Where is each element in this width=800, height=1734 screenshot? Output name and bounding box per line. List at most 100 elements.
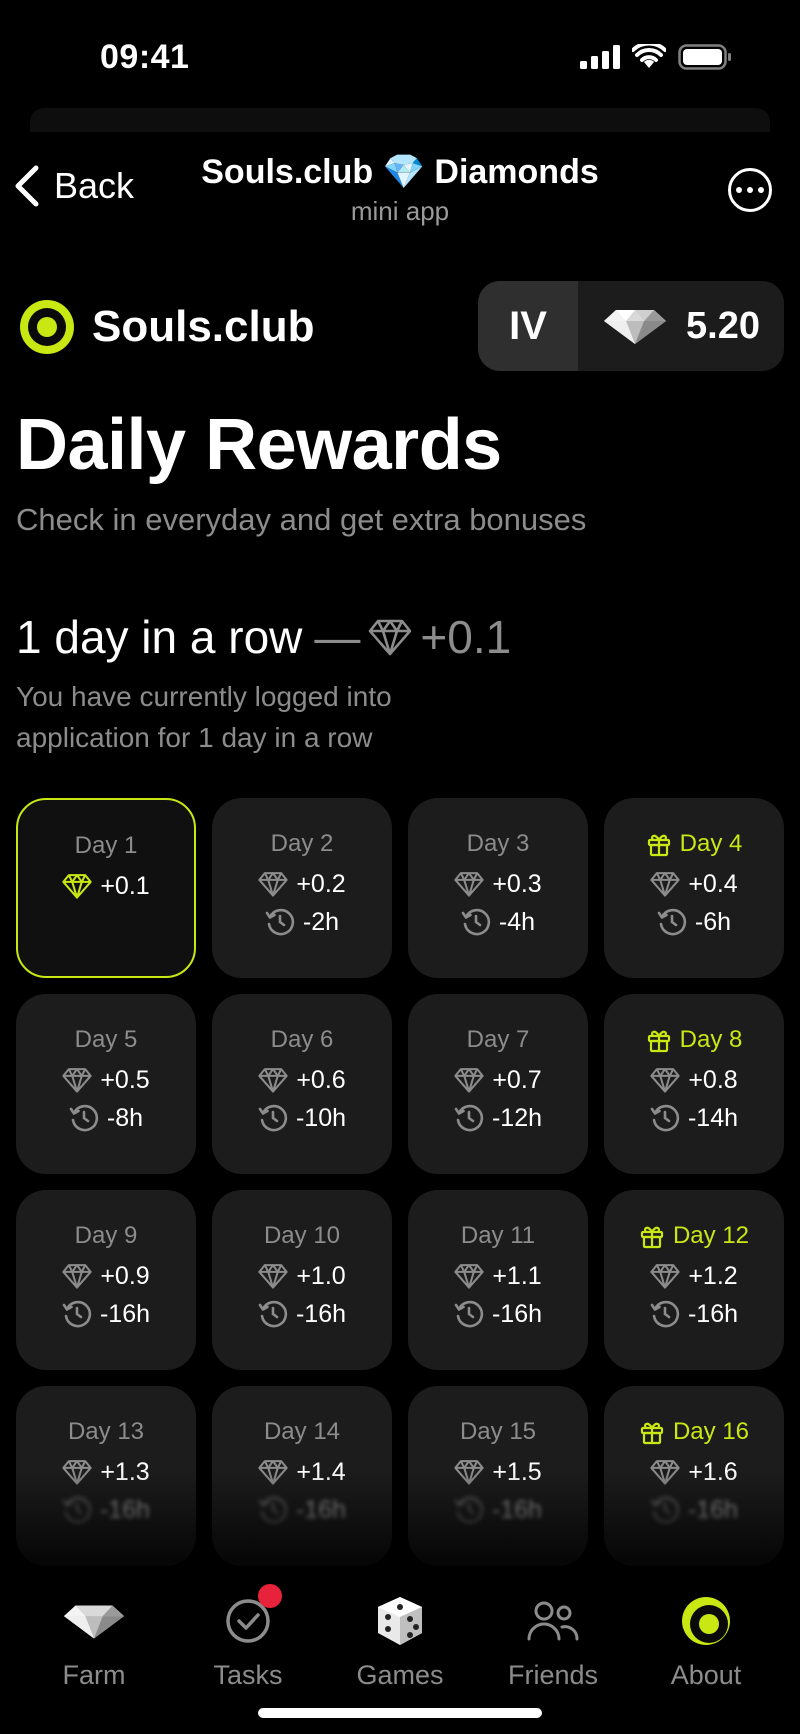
history-clock-icon <box>454 1300 484 1328</box>
history-clock-icon <box>62 1300 92 1328</box>
history-clock-icon <box>69 1104 99 1132</box>
wait-time: -14h <box>687 1103 739 1132</box>
history-clock-icon <box>265 908 295 936</box>
day-card[interactable]: Day 2 +0.2 -2h <box>212 798 392 978</box>
diamond-outline-icon <box>62 1264 92 1289</box>
navigation-bar: Back Souls.club 💎 Diamonds mini app <box>0 140 800 240</box>
day-label: Day 14 <box>263 1418 341 1445</box>
wait-time: -16h <box>491 1495 543 1524</box>
diamond-outline-icon <box>62 1068 92 1093</box>
reward-value: +0.7 <box>492 1065 542 1094</box>
diamond-icon <box>63 1605 125 1639</box>
tab-friends[interactable]: Friends <box>477 1590 629 1691</box>
history-clock-icon <box>258 1496 288 1524</box>
history-clock-icon <box>461 908 491 936</box>
wait-time: -8h <box>106 1103 144 1132</box>
level-badge: IV <box>478 281 578 371</box>
day-card[interactable]: Day 8 +0.8 -14h <box>604 994 784 1174</box>
diamond-outline-icon <box>454 1264 484 1289</box>
history-clock-icon <box>650 1496 680 1524</box>
day-label: Day 16 <box>672 1418 750 1445</box>
wait-time: -16h <box>687 1495 739 1524</box>
reward-value: +1.3 <box>100 1457 150 1486</box>
diamond-outline-icon <box>650 1264 680 1289</box>
balance-pill[interactable]: IV 5.20 <box>478 281 784 371</box>
gift-icon <box>647 834 670 857</box>
history-clock-icon <box>258 1104 288 1132</box>
day-label: Day 6 <box>270 1026 334 1053</box>
diamond-outline-icon <box>454 872 484 897</box>
day-card[interactable]: Day 6 +0.6 -10h <box>212 994 392 1174</box>
nav-title: Souls.club 💎 Diamonds <box>201 153 599 191</box>
day-label: Day 8 <box>679 1026 743 1053</box>
battery-icon <box>678 44 731 70</box>
wait-time: -10h <box>295 1103 347 1132</box>
more-dot-icon <box>736 187 742 193</box>
diamond-outline-icon <box>650 872 680 897</box>
reward-value: +0.5 <box>100 1065 150 1094</box>
reward-value: +0.8 <box>688 1065 738 1094</box>
balance-value: 5.20 <box>686 304 760 347</box>
diamond-outline-icon <box>62 874 92 899</box>
wifi-icon <box>632 44 666 68</box>
reward-value: +1.4 <box>296 1457 346 1486</box>
day-card[interactable]: Day 9 +0.9 -16h <box>16 1190 196 1370</box>
souls-logo-icon <box>20 300 74 354</box>
brand: Souls.club <box>20 300 314 354</box>
rewards-grid: Day 1 +0.1 Day 2 +0.2 -2h Day 3 +0.3 -4h Day 4 +0… <box>16 798 784 1566</box>
day-label: Day 7 <box>466 1026 530 1053</box>
day-card[interactable]: Day 5 +0.5 -8h <box>16 994 196 1174</box>
friends-icon <box>527 1601 579 1641</box>
day-card[interactable]: Day 7 +0.7 -12h <box>408 994 588 1174</box>
status-time: 09:41 <box>100 38 190 76</box>
reward-value: +0.4 <box>688 869 738 898</box>
diamond-outline-icon <box>258 1460 288 1485</box>
day-card[interactable]: Day 10 +1.0 -16h <box>212 1190 392 1370</box>
cellular-signal-icon <box>580 45 620 69</box>
status-bar: 09:41 <box>0 0 800 110</box>
gift-icon <box>647 1030 670 1053</box>
gift-icon <box>640 1226 664 1249</box>
day-card[interactable]: Day 12 +1.2 -16h <box>604 1190 784 1370</box>
more-options-button[interactable] <box>728 168 772 212</box>
day-card[interactable]: Day 4 +0.4 -6h <box>604 798 784 978</box>
reward-value: +0.6 <box>296 1065 346 1094</box>
day-card[interactable]: Day 11 +1.1 -16h <box>408 1190 588 1370</box>
day-card[interactable]: Day 15 +1.5 -16h <box>408 1386 588 1566</box>
wait-time: -6h <box>694 907 732 936</box>
day-label: Day 5 <box>74 1026 138 1053</box>
diamond-outline-icon <box>369 619 412 656</box>
nav-subtitle: mini app <box>350 196 450 226</box>
diamond-outline-icon <box>258 1264 288 1289</box>
gift-icon <box>640 1422 664 1445</box>
history-clock-icon <box>650 1104 680 1132</box>
brand-name: Souls.club <box>92 302 315 351</box>
history-clock-icon <box>454 1496 484 1524</box>
day-card[interactable]: Day 14 +1.4 -16h <box>212 1386 392 1566</box>
wait-time: -16h <box>99 1299 151 1328</box>
streak-heading: 1 day in a row — +0.1 <box>16 610 511 664</box>
tab-games[interactable]: Games <box>324 1590 476 1691</box>
tab-label: Farm <box>62 1660 126 1690</box>
streak-description: You have currently logged into applicati… <box>16 681 392 753</box>
diamond-outline-icon <box>454 1068 484 1093</box>
day-card[interactable]: Day 1 +0.1 <box>16 798 196 978</box>
day-card[interactable]: Day 16 +1.6 -16h <box>604 1386 784 1566</box>
day-card[interactable]: Day 13 +1.3 -16h <box>16 1386 196 1566</box>
history-clock-icon <box>258 1300 288 1328</box>
day-card[interactable]: Day 3 +0.3 -4h <box>408 798 588 978</box>
diamond-outline-icon <box>650 1460 680 1485</box>
reward-value: +0.1 <box>100 871 150 900</box>
tab-about[interactable]: About <box>630 1590 782 1691</box>
tab-label: Games <box>356 1660 444 1690</box>
tab-farm[interactable]: Farm <box>18 1590 170 1691</box>
page-title: Daily Rewards <box>16 405 502 485</box>
day-label: Day 4 <box>679 830 743 857</box>
day-label: Day 2 <box>270 830 334 857</box>
history-clock-icon <box>454 1104 484 1132</box>
wait-time: -4h <box>498 907 536 936</box>
wait-time: -16h <box>687 1299 739 1328</box>
tab-tasks[interactable]: Tasks <box>172 1584 324 1691</box>
day-label: Day 11 <box>460 1222 536 1249</box>
streak-text: 1 day in a row <box>16 611 303 663</box>
